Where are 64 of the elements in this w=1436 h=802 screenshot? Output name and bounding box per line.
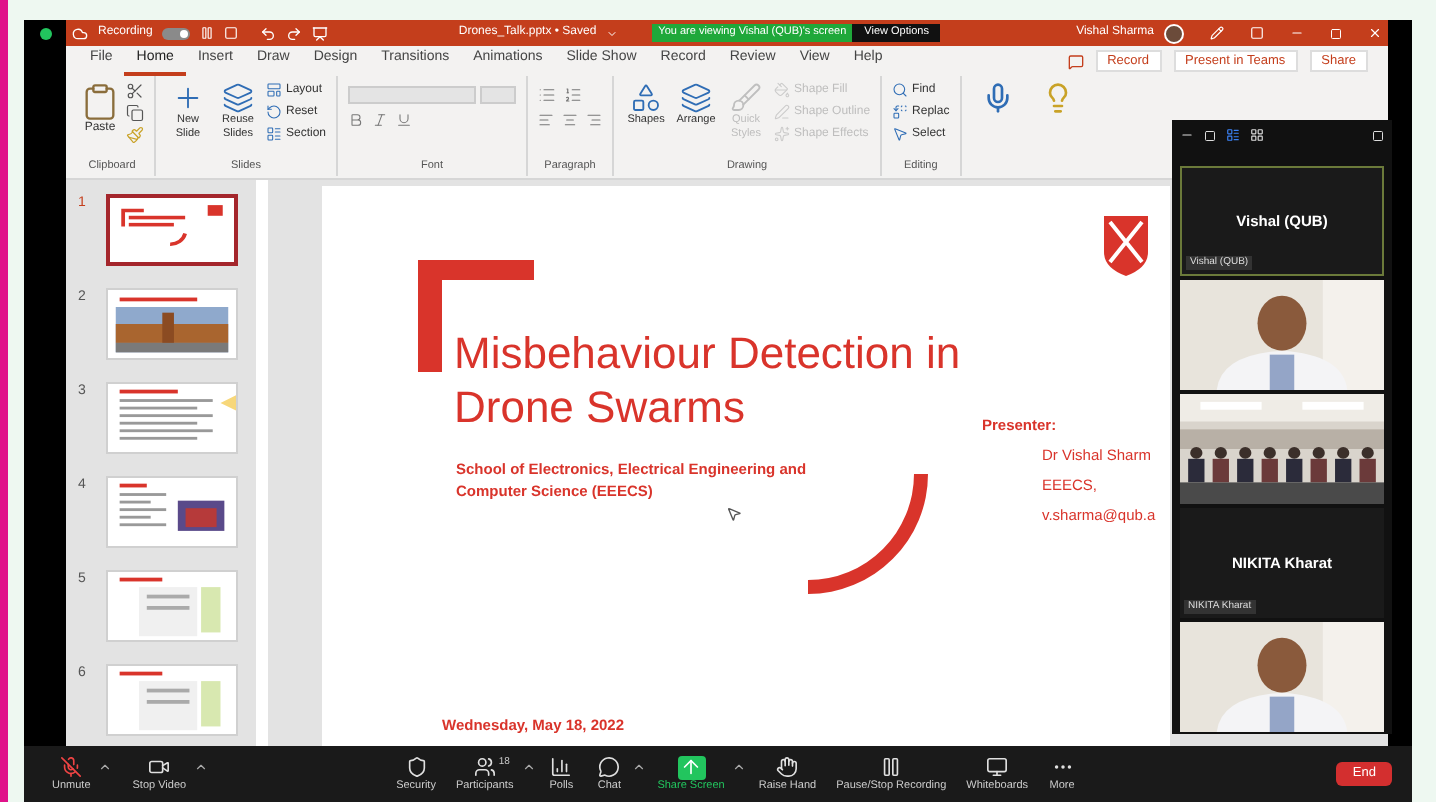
chat-bubble-icon: [598, 756, 621, 778]
clipboard-icon: [80, 82, 120, 122]
align-center-icon: [562, 112, 579, 128]
search-icon: [892, 82, 909, 98]
reset-icon: [266, 104, 282, 120]
redo-icon[interactable]: [286, 25, 303, 41]
caret-icon[interactable]: [194, 759, 209, 773]
share-arrow-icon: [680, 756, 703, 778]
section-icon: [266, 126, 282, 142]
video-camera-icon: [148, 756, 171, 778]
cursor-icon: [726, 506, 742, 522]
align-right-icon: [586, 112, 603, 128]
people-icon: [473, 756, 496, 778]
font-name-field[interactable]: [348, 86, 477, 104]
comment-icon[interactable]: [1067, 53, 1084, 69]
present-icon[interactable]: [312, 25, 329, 41]
shapes-icon: [630, 82, 663, 114]
slide-title: Misbehaviour Detection in Drone Swarms: [454, 326, 963, 434]
pen-icon: [774, 104, 791, 120]
new-slide-icon: [172, 82, 204, 114]
toggle-switch[interactable]: [162, 27, 191, 39]
bullet-list-icon: [538, 86, 557, 104]
shield-logo-icon: [1104, 216, 1148, 276]
paint-bucket-icon: [774, 82, 791, 98]
arrange-icon: [680, 82, 713, 114]
cloud-icon: [72, 25, 88, 41]
pointer-icon: [892, 126, 909, 142]
pen-icon[interactable]: [1210, 26, 1224, 40]
brush-icon: [730, 82, 763, 114]
scissors-icon: [126, 82, 144, 100]
caret-icon[interactable]: [732, 759, 747, 773]
muted-mic-icon: [60, 756, 83, 778]
hand-icon: [776, 756, 799, 778]
tile-view-icon[interactable]: [1204, 129, 1216, 141]
slide-thumbnail[interactable]: [106, 194, 238, 266]
numbered-list-icon: [564, 86, 583, 104]
align-left-icon: [538, 112, 555, 128]
italic-icon: [372, 112, 389, 128]
maximize-icon[interactable]: [1330, 27, 1342, 39]
caret-icon[interactable]: [98, 759, 113, 773]
arc-drawing: [808, 474, 928, 594]
pause-icon[interactable]: [200, 26, 215, 40]
speaker-view-icon[interactable]: [1226, 128, 1240, 142]
stop-icon[interactable]: [224, 26, 239, 40]
caret-icon[interactable]: [521, 759, 536, 773]
underline-icon: [396, 112, 413, 128]
undo-icon[interactable]: [260, 25, 277, 41]
paintbrush-icon: [126, 126, 144, 144]
avatar-icon: [1164, 23, 1184, 43]
whiteboard-icon: [986, 756, 1009, 778]
close-icon[interactable]: [1368, 26, 1382, 40]
slides-icon: [222, 82, 254, 114]
replace-icon: [892, 104, 909, 120]
font-size-field[interactable]: [480, 86, 517, 104]
copy-icon: [126, 104, 144, 122]
bold-icon: [348, 112, 365, 128]
pause-icon: [880, 756, 903, 778]
caret-icon[interactable]: [631, 759, 646, 773]
microphone-icon[interactable]: [981, 82, 1014, 114]
bar-chart-icon: [550, 756, 573, 778]
minimize-icon[interactable]: [1180, 128, 1194, 142]
grid-view-icon[interactable]: [1250, 128, 1264, 142]
sparkles-icon: [774, 126, 791, 142]
shield-icon: [405, 756, 428, 778]
